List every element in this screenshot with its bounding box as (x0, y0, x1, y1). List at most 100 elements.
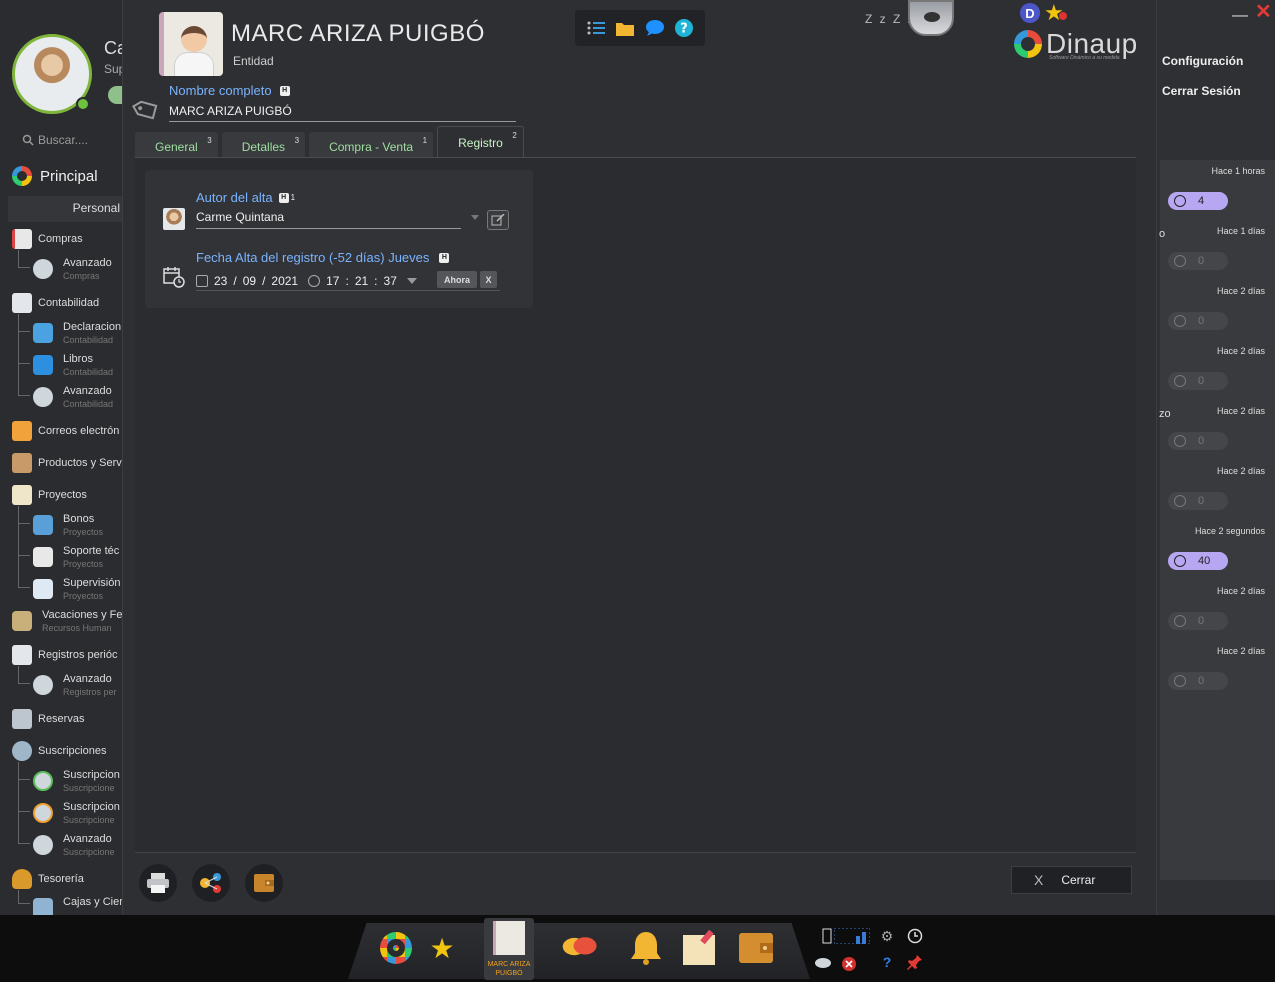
history-badge[interactable]: H (278, 192, 289, 203)
chat-bubbles-icon[interactable] (562, 930, 598, 966)
tab-compra-venta[interactable]: Compra - Venta 1 (309, 132, 434, 158)
sidebar-item-label: Correos electrón (38, 425, 120, 437)
open-entity-window[interactable]: MARC ARIZA PUIGBÓ (484, 918, 534, 980)
sidebar-subitem[interactable]: Avanzado Suscripcione (33, 833, 115, 857)
gear-icon (33, 387, 53, 407)
sidebar-item-vacaciones[interactable]: Vacaciones y Fe Recursos Human (12, 609, 122, 633)
sidebar-item-productos[interactable]: Productos y Serv (12, 453, 122, 473)
list-icon[interactable] (587, 19, 605, 37)
sidebar-subitem[interactable]: Supervisión Proyectos (33, 577, 120, 601)
tab-detalles[interactable]: Detalles 3 (221, 132, 306, 158)
sidebar-search[interactable]: Buscar.... (22, 133, 88, 147)
sidebar-subitem[interactable]: Soporte téc Proyectos (33, 545, 119, 569)
sidebar-subitem-group: Compras (63, 271, 100, 281)
open-record-button[interactable] (487, 210, 509, 230)
wallet-button[interactable] (245, 864, 283, 902)
date-day[interactable]: 23 (214, 274, 227, 288)
menu-configuracion[interactable]: Configuración (1162, 54, 1243, 68)
favorite-star-icon[interactable]: ★ (1044, 0, 1067, 26)
bell-icon[interactable] (628, 930, 664, 966)
time-minute[interactable]: 21 (355, 274, 368, 288)
error-icon[interactable] (840, 955, 858, 973)
share-button[interactable] (192, 864, 230, 902)
chat-icon[interactable] (645, 19, 664, 37)
print-button[interactable] (139, 864, 177, 902)
time-second[interactable]: 37 (384, 274, 397, 288)
close-icon[interactable]: ✕ (1255, 2, 1272, 22)
sidebar-item-label: Reservas (38, 713, 85, 725)
sidebar-item-proyectos[interactable]: Proyectos (12, 485, 87, 505)
autor-alta-select[interactable]: Carme Quintana (196, 210, 461, 229)
sidebar-subitem[interactable]: Avanzado Compras (33, 257, 112, 281)
minimize-icon[interactable]: — (1232, 8, 1248, 24)
sidebar-item-compras[interactable]: Compras (12, 229, 83, 249)
clear-date-button[interactable]: X (480, 271, 497, 288)
cloud-sync-icon[interactable] (814, 953, 832, 971)
calendar-icon[interactable] (196, 274, 208, 287)
notification-counter[interactable]: 0 (1168, 612, 1228, 630)
sidebar-subitem[interactable]: Avanzado Contabilidad (33, 385, 113, 409)
robot-assistant-icon[interactable] (908, 0, 954, 36)
network-chart-icon[interactable] (834, 927, 870, 945)
sidebar-subitem[interactable]: Suscripcion Suscripcione (33, 801, 120, 825)
notes-icon[interactable] (682, 930, 718, 966)
notification-counter[interactable]: 4 (1168, 192, 1228, 210)
sidebar-item-tesoreria[interactable]: Tesorería (12, 869, 84, 889)
wallet-icon[interactable] (738, 930, 774, 966)
tab-personal[interactable]: Personal (8, 196, 122, 222)
tab-general[interactable]: General 3 (135, 132, 218, 158)
date-month[interactable]: 09 (243, 274, 256, 288)
sidebar-subitem[interactable]: Avanzado Registros per (33, 673, 117, 697)
date-year[interactable]: 2021 (271, 274, 298, 288)
notification-time: Hace 1 horas (1211, 166, 1265, 176)
user-status-toggle[interactable] (108, 86, 122, 104)
ahora-button[interactable]: Ahora (437, 271, 477, 288)
folder-icon[interactable] (616, 19, 635, 37)
chevron-down-icon[interactable] (406, 277, 417, 284)
menu-cerrar-sesion[interactable]: Cerrar Sesión (1162, 84, 1241, 98)
sidebar-subitem[interactable]: Bonos Proyectos (33, 513, 103, 537)
chevron-down-icon[interactable] (471, 215, 479, 220)
notification-counter[interactable]: 0 (1168, 372, 1228, 390)
history-badge[interactable]: H (279, 85, 290, 96)
nombre-completo-field[interactable]: MARC ARIZA PUIGBÓ (169, 102, 516, 122)
cerrar-button[interactable]: X Cerrar (1011, 866, 1132, 894)
notification-counter[interactable]: 0 (1168, 432, 1228, 450)
sidebar-item-suscripciones[interactable]: Suscripciones (12, 741, 106, 761)
declaration-icon (33, 323, 53, 343)
favorites-star-icon[interactable]: ★ (424, 930, 460, 966)
sidebar-subitem-label: Supervisión (63, 577, 121, 589)
sidebar-subitem-label: Bonos (63, 513, 95, 525)
sidebar-item-registros[interactable]: Registros perióc (12, 645, 117, 665)
sidebar-subitem[interactable]: Declaracion Contabilidad (33, 321, 121, 345)
close-icon: X (1034, 872, 1044, 888)
dinaup-home-icon[interactable] (378, 930, 414, 966)
tab-registro[interactable]: Registro 2 (437, 126, 524, 158)
sidebar-item-reservas[interactable]: Reservas (12, 709, 84, 729)
pin-icon[interactable] (906, 953, 924, 971)
history-badge[interactable]: H (439, 252, 450, 263)
nav-principal[interactable]: Principal (12, 166, 98, 186)
help-icon[interactable]: ? (675, 19, 694, 37)
notification-counter[interactable]: 40 (1168, 552, 1228, 570)
gear-icon[interactable]: ⚙ (878, 927, 896, 945)
notification-counter[interactable]: 0 (1168, 492, 1228, 510)
user-initial-badge[interactable]: D (1020, 3, 1040, 23)
time-hour[interactable]: 17 (326, 274, 339, 288)
sidebar-item-correos[interactable]: Correos electrón (12, 421, 119, 441)
sidebar-subitem[interactable]: Libros Contabilidad (33, 353, 113, 377)
notification-counter[interactable]: 0 (1168, 672, 1228, 690)
printer-icon (147, 873, 169, 893)
help-icon[interactable]: ? (878, 953, 896, 971)
sidebar-subitem[interactable]: Suscripcion Suscripcione (33, 769, 120, 793)
sidebar-item-contabilidad[interactable]: Contabilidad (12, 293, 99, 313)
sidebar-item-label: Compras (38, 233, 83, 245)
sidebar-subitem-group: Contabilidad (63, 367, 114, 377)
notification-time: Hace 2 días (1216, 406, 1265, 416)
notification-counter[interactable]: 0 (1168, 252, 1228, 270)
notification-counter[interactable]: 0 (1168, 312, 1228, 330)
tree-connector (18, 314, 30, 332)
time-separator: : (345, 273, 349, 288)
history-clock-icon[interactable] (906, 927, 924, 945)
sidebar-subitem[interactable]: Cajas y Cier (33, 896, 122, 915)
